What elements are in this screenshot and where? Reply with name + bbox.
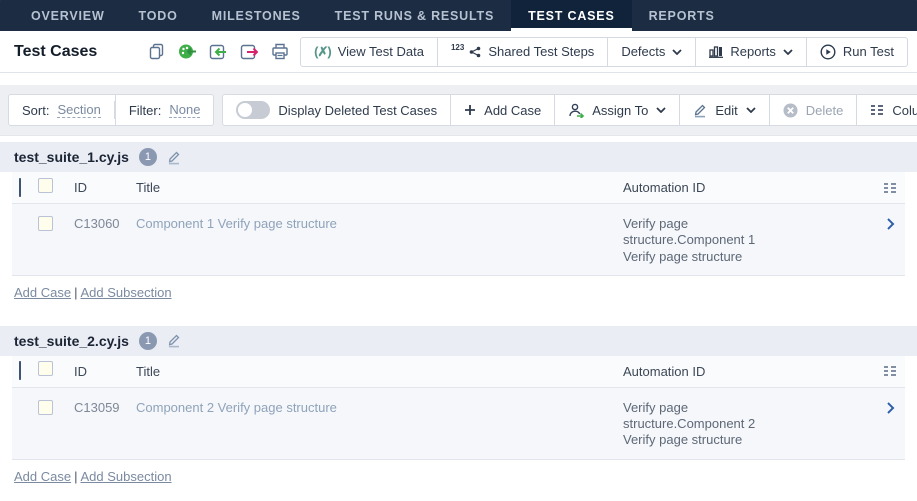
view-test-data-button[interactable]: (✗) View Test Data [301,38,437,66]
header-icon-strip [146,42,290,62]
case-title-link[interactable]: Component 2 Verify page structure [136,400,623,415]
spacer [0,73,917,85]
section-name: test_suite_2.cy.js [14,333,129,349]
section-header: test_suite_2.cy.js 1 [0,326,917,356]
row-chevron-right-icon[interactable] [875,400,905,414]
cases-table: ID Title Automation ID C13060 Component … [12,172,905,276]
column-header-id[interactable]: ID [74,180,136,195]
sort-label: Sort: [22,103,49,118]
column-config-icon[interactable] [875,182,905,194]
share-icon [469,46,481,58]
case-count-badge[interactable]: 1 [139,332,157,350]
column-header-title[interactable]: Title [136,364,623,379]
sort-control: Sort: Section [9,95,114,125]
toolbar: Sort: Section Filter: None Display Delet… [0,85,917,136]
shared-test-steps-button[interactable]: 123 Shared Test Steps [437,38,607,66]
assign-to-dropdown[interactable]: Assign To [554,95,679,125]
link-separator: | [74,285,77,300]
section-name: test_suite_1.cy.js [14,149,129,165]
reports-dropdown[interactable]: Reports [695,38,806,66]
filter-control: Filter: None [115,95,214,125]
nav-tab-overview[interactable]: OVERVIEW [14,0,122,31]
table-row[interactable]: C13060 Component 1 Verify page structure… [12,204,905,276]
filter-value-link[interactable]: None [169,102,200,118]
select-all-checkbox[interactable] [38,178,53,193]
chevron-down-icon [656,107,666,113]
chevron-down-icon [746,107,756,113]
link-separator: | [74,469,77,484]
table-header-row: ID Title Automation ID [12,356,905,388]
page-title: Test Cases [14,43,97,61]
page-header: Test Cases (✗) View Test Data 123 Shared… [0,31,917,73]
case-automation-id: Verify page structure.Component 1 Verify… [623,216,783,265]
sort-filter-group: Sort: Section Filter: None [8,94,214,126]
toggle-knob [238,103,252,117]
export-icon[interactable] [239,42,259,62]
case-id: C13060 [74,216,136,231]
nav-tab-reports[interactable]: REPORTS [632,0,732,31]
import-icon[interactable] [208,42,228,62]
add-subsection-link[interactable]: Add Subsection [80,469,171,484]
section-edit-pencil-icon[interactable] [167,333,181,348]
table-header-row: ID Title Automation ID [12,172,905,204]
columns-button[interactable]: Columns [856,95,917,125]
spacer [0,300,917,320]
section-edit-pencil-icon[interactable] [167,150,181,165]
nav-tab-test-runs-results[interactable]: TEST RUNS & RESULTS [318,0,511,31]
select-all-indicator-icon[interactable] [19,361,21,380]
copy-icon[interactable] [146,42,166,62]
row-chevron-right-icon[interactable] [875,216,905,230]
chevron-down-icon [783,49,793,55]
deleted-toggle-control: Display Deleted Test Cases [223,95,450,125]
nav-tab-todo[interactable]: TODO [122,0,195,31]
xml-import-icon[interactable] [177,42,197,62]
cases-table: ID Title Automation ID C13059 Component … [12,356,905,460]
run-test-button[interactable]: Run Test [806,38,907,66]
deleted-toggle-label: Display Deleted Test Cases [278,103,437,118]
column-header-automation-id[interactable]: Automation ID [623,364,875,379]
add-case-link[interactable]: Add Case [14,285,71,300]
header-button-group: (✗) View Test Data 123 Shared Test Steps… [300,37,908,67]
print-icon[interactable] [270,42,290,62]
play-icon [820,44,836,60]
delete-icon [783,103,798,118]
section-footer-links: Add Case|Add Subsection [0,276,917,300]
filter-label: Filter: [129,103,162,118]
bar-chart-icon [709,45,723,58]
row-checkbox[interactable] [38,400,53,415]
case-title-link[interactable]: Component 1 Verify page structure [136,216,623,231]
add-case-link[interactable]: Add Case [14,469,71,484]
nav-tab-test-cases[interactable]: TEST CASES [511,0,632,31]
section-header: test_suite_1.cy.js 1 [0,142,917,172]
columns-icon [870,104,884,116]
column-config-icon[interactable] [875,365,905,377]
add-case-button[interactable]: Add Case [450,95,554,125]
sort-value-link[interactable]: Section [57,102,100,118]
column-header-automation-id[interactable]: Automation ID [623,180,875,195]
nav-tab-milestones[interactable]: MILESTONES [195,0,318,31]
table-row[interactable]: C13059 Component 2 Verify page structure… [12,388,905,460]
edit-pencil-icon [693,103,707,118]
select-all-checkbox[interactable] [38,361,53,376]
display-deleted-toggle[interactable] [236,101,270,119]
defects-dropdown[interactable]: Defects [607,38,695,66]
chevron-down-icon [672,49,682,55]
case-id: C13059 [74,400,136,415]
add-subsection-link[interactable]: Add Subsection [80,285,171,300]
assign-user-icon [568,103,584,118]
case-count-badge[interactable]: 1 [139,148,157,166]
edit-dropdown[interactable]: Edit [679,95,768,125]
column-header-title[interactable]: Title [136,180,623,195]
select-all-indicator-icon[interactable] [19,178,21,197]
shared-test-steps-icon: 123 [451,43,464,52]
plus-icon [464,104,476,116]
column-header-id[interactable]: ID [74,364,136,379]
actions-group: Display Deleted Test Cases Add Case Assi… [222,94,917,126]
case-automation-id: Verify page structure.Component 2 Verify… [623,400,783,449]
top-navigation: OVERVIEW TODO MILESTONES TEST RUNS & RES… [0,0,917,31]
row-checkbox[interactable] [38,216,53,231]
delete-button[interactable]: Delete [769,95,857,125]
view-test-data-icon: (✗) [314,44,331,60]
section-footer-links: Add Case|Add Subsection [0,460,917,484]
